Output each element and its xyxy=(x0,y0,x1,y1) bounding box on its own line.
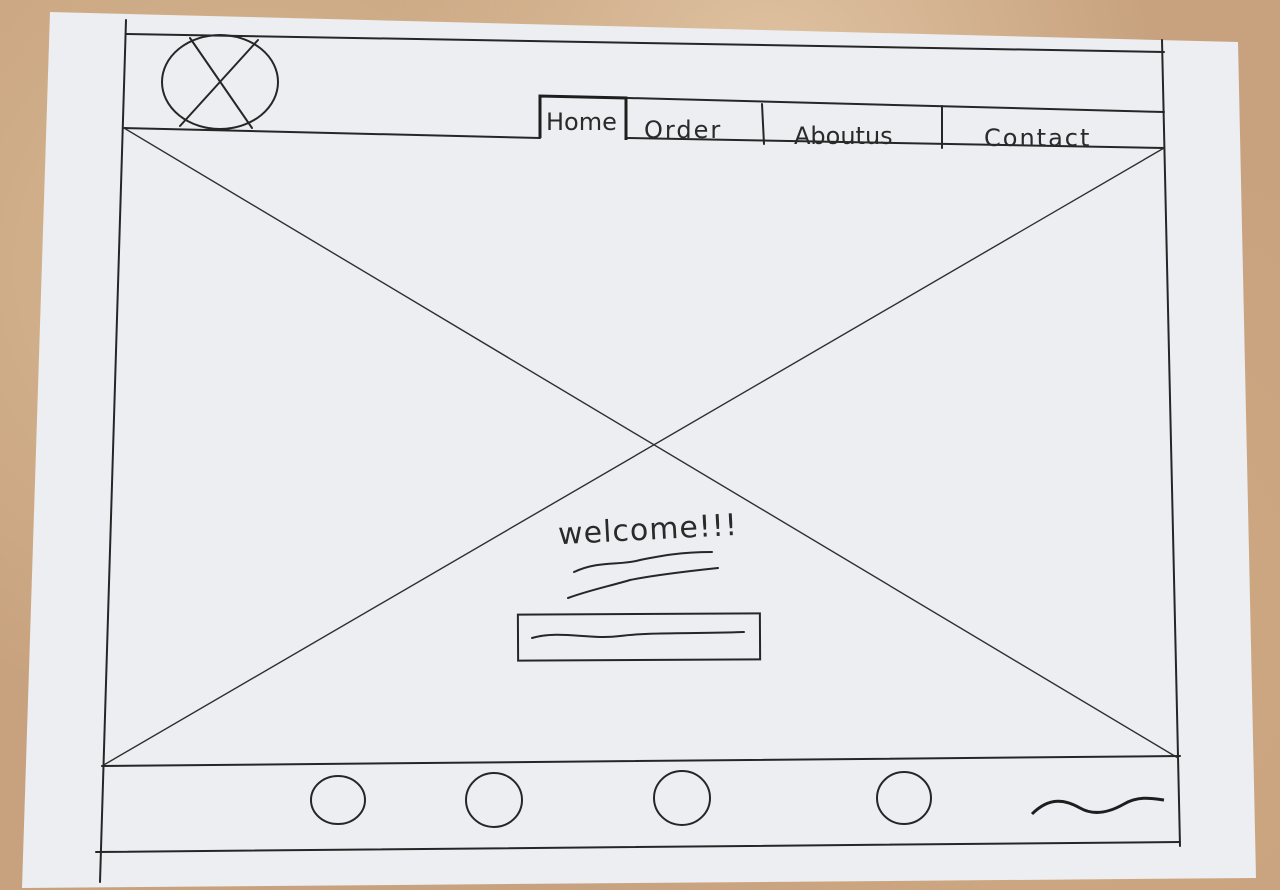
tab-contact-label: Contact xyxy=(984,124,1091,152)
tab-contact[interactable]: Contact xyxy=(984,124,1091,152)
tab-home-label: Home xyxy=(546,108,617,136)
wireframe-sketch: Home Order Aboutus Contact welcome!!! xyxy=(22,12,1256,888)
tab-order-label: Order xyxy=(644,116,722,144)
tab-aboutus-label: Aboutus xyxy=(794,122,893,150)
